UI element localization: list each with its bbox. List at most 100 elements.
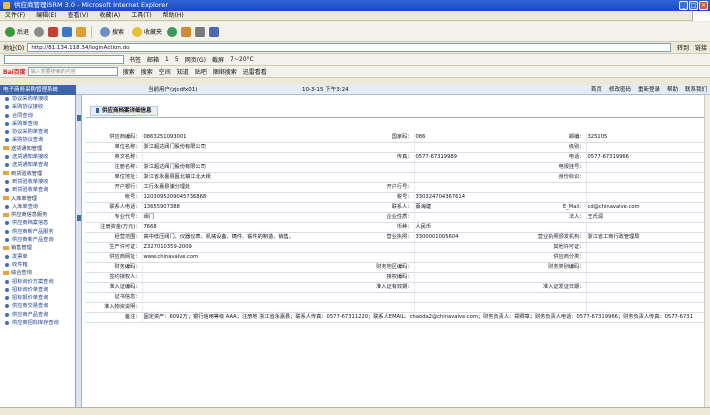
sidebar-item[interactable]: 协议采购单查询	[0, 128, 75, 136]
minimize-button[interactable]: _	[679, 1, 688, 10]
sidebar-item[interactable]: 供应商交易查询	[0, 302, 75, 310]
field-value	[585, 302, 706, 314]
sidebar-item[interactable]: 收件箱	[0, 261, 75, 269]
tieba-button[interactable]: 贴吧	[195, 67, 207, 76]
field-label	[514, 222, 586, 234]
search-button[interactable]: 搜索	[98, 26, 124, 37]
sidebar-label: 招标询价方案查询	[12, 278, 54, 285]
sidebar-item[interactable]: 入库单查询	[0, 203, 75, 211]
favorites-button[interactable]: 收藏夹	[130, 26, 162, 37]
baidu-search-input[interactable]: 输入想要搜索的内容	[27, 67, 118, 76]
sidebar-item[interactable]: 到货验收单查询	[0, 186, 75, 194]
menu-file[interactable]: 文件(F)	[5, 11, 25, 20]
sidebar-item[interactable]: 送货通知单查询	[0, 161, 75, 169]
address-input[interactable]: http://81.134.118.34/loginAction.do	[27, 43, 671, 52]
sidebar-group[interactable]: 送货通知管理	[0, 145, 75, 153]
field-value	[585, 142, 706, 154]
sidebar-group[interactable]: 综合查询	[0, 269, 75, 277]
sidebar-label: 到货验收单接收	[12, 178, 49, 185]
messenger-icon[interactable]	[209, 26, 220, 37]
sidebar-item[interactable]: 合同查询	[0, 112, 75, 120]
field-value	[413, 252, 514, 264]
field-label: 签约授权人：	[86, 272, 142, 284]
back-button[interactable]: 后退	[3, 26, 29, 37]
field-label: 联系人：	[332, 202, 414, 214]
sidebar-group[interactable]: 入库单管理	[0, 195, 75, 203]
sidebar-item[interactable]: 供应商档案信息	[0, 219, 75, 227]
forward-arrow-icon[interactable]	[34, 26, 45, 37]
links-button[interactable]: 链接	[695, 43, 707, 52]
screenshot-button[interactable]: 截屏	[212, 55, 224, 64]
folder-icon	[3, 171, 9, 176]
field-label: 营业执照：	[332, 232, 414, 244]
form-row: 经营范围： 高中低压阀门、仪器仪表、机械设备、铸件、锻件的制造、销售。 营业执照： 3…	[86, 232, 706, 244]
field-label: 财务类别编码：	[514, 262, 586, 274]
sidebar-item[interactable]: 招标报价单查询	[0, 294, 75, 302]
sidebar-item[interactable]: 协议采购单接收	[0, 95, 75, 103]
bookmarks-button[interactable]: 书签	[129, 55, 141, 64]
sidebar-item[interactable]: 采购单查询	[0, 120, 75, 128]
title-divider	[86, 117, 706, 118]
collapse-arrow-icon[interactable]	[77, 215, 81, 221]
sidebar-label: 采购单查询	[12, 120, 38, 127]
menu-edit[interactable]: 编辑(E)	[36, 11, 56, 20]
sidebar-item[interactable]: 采购协议接收	[0, 103, 75, 111]
form-row: 注册名称： 浙江超达阀门股份有限公司 电报挂号：	[86, 162, 706, 174]
xunlei-button[interactable]: 迅雷看看	[243, 67, 267, 76]
sidebar-item[interactable]: 采购协议查询	[0, 136, 75, 144]
home-icon[interactable]	[76, 26, 87, 37]
sidebar-item[interactable]: 到货验收单接收	[0, 178, 75, 186]
mail-button[interactable]: 邮箱	[147, 55, 159, 64]
sidebar-group[interactable]: 销售管理	[0, 244, 75, 252]
maximize-button[interactable]: □	[689, 1, 698, 10]
close-button[interactable]: ×	[699, 1, 708, 10]
sidebar-item[interactable]: 供应商新产品查询	[0, 236, 75, 244]
nav-relogin[interactable]: 重新登录	[638, 85, 660, 95]
menu-view[interactable]: 查看(V)	[68, 11, 89, 20]
zhidao-button[interactable]: 知道	[177, 67, 189, 76]
menu-help[interactable]: 帮助(H)	[163, 11, 184, 20]
web-button[interactable]: 网页(G)	[185, 55, 206, 64]
field-label: E_Mail：	[514, 202, 586, 214]
refresh-icon[interactable]	[62, 26, 73, 37]
current-user: 当前用户(zjcdfx01)	[148, 87, 198, 93]
sidebar-item[interactable]: 供应商新产品服务	[0, 228, 75, 236]
menu-tools[interactable]: 工具(T)	[131, 11, 151, 20]
nav-contact[interactable]: 联系我们	[685, 85, 707, 95]
nav-home[interactable]: 首页	[591, 85, 602, 95]
space-button[interactable]: 空间	[159, 67, 171, 76]
go-button[interactable]: 转到	[677, 43, 689, 52]
nav-change-password[interactable]: 修改密码	[609, 85, 631, 95]
app-header: 电子商务采购管理系统 当前用户(zjcdfx01) 10-3-15 下午3:24…	[0, 85, 710, 95]
sidebar-label: 发票单	[12, 253, 28, 260]
sidebar-item[interactable]: 招标询价方案查询	[0, 278, 75, 286]
menu-favorites[interactable]: 收藏(A)	[99, 11, 120, 20]
sidebar-label: 送货通知单查询	[12, 162, 49, 169]
counter-1-badge[interactable]: 1	[165, 56, 169, 63]
field-value: 0577-67319989	[413, 152, 514, 164]
addon-search-input[interactable]	[4, 55, 124, 64]
baidu-search-button[interactable]: 搜索	[123, 67, 135, 76]
nav-help[interactable]: 帮助	[667, 85, 678, 95]
counter-5-badge[interactable]: 5	[175, 56, 179, 63]
baidu-search2-button[interactable]: 搜索	[141, 67, 153, 76]
collapse-arrow-icon[interactable]	[77, 115, 81, 121]
mail-icon[interactable]	[181, 26, 192, 37]
history-icon[interactable]	[167, 26, 178, 37]
sidebar-item[interactable]: 供应商产品查询	[0, 311, 75, 319]
print-icon[interactable]	[195, 26, 206, 37]
field-label: 企业性质：	[332, 212, 414, 224]
sidebar-group[interactable]: 到货验收管理	[0, 170, 75, 178]
field-value	[413, 212, 514, 224]
field-label	[332, 142, 414, 154]
sidebar-item[interactable]: 供应商招标库存查询	[0, 319, 75, 327]
form-row: 单位地址： 浙江省永嘉县瓯北镇江北大街 身份标识：	[86, 172, 706, 184]
bundle-search-button[interactable]: 捆绑搜索	[213, 67, 237, 76]
sidebar-item[interactable]: 发票单	[0, 253, 75, 261]
sidebar-item[interactable]: 送货通知单接收	[0, 153, 75, 161]
sidebar-item[interactable]: 招标询价单查询	[0, 286, 75, 294]
stop-icon[interactable]	[48, 26, 59, 37]
field-label	[514, 182, 586, 194]
sidebar-group[interactable]: 供应商信息服务	[0, 211, 75, 219]
vertical-scrollbar[interactable]	[704, 95, 710, 407]
